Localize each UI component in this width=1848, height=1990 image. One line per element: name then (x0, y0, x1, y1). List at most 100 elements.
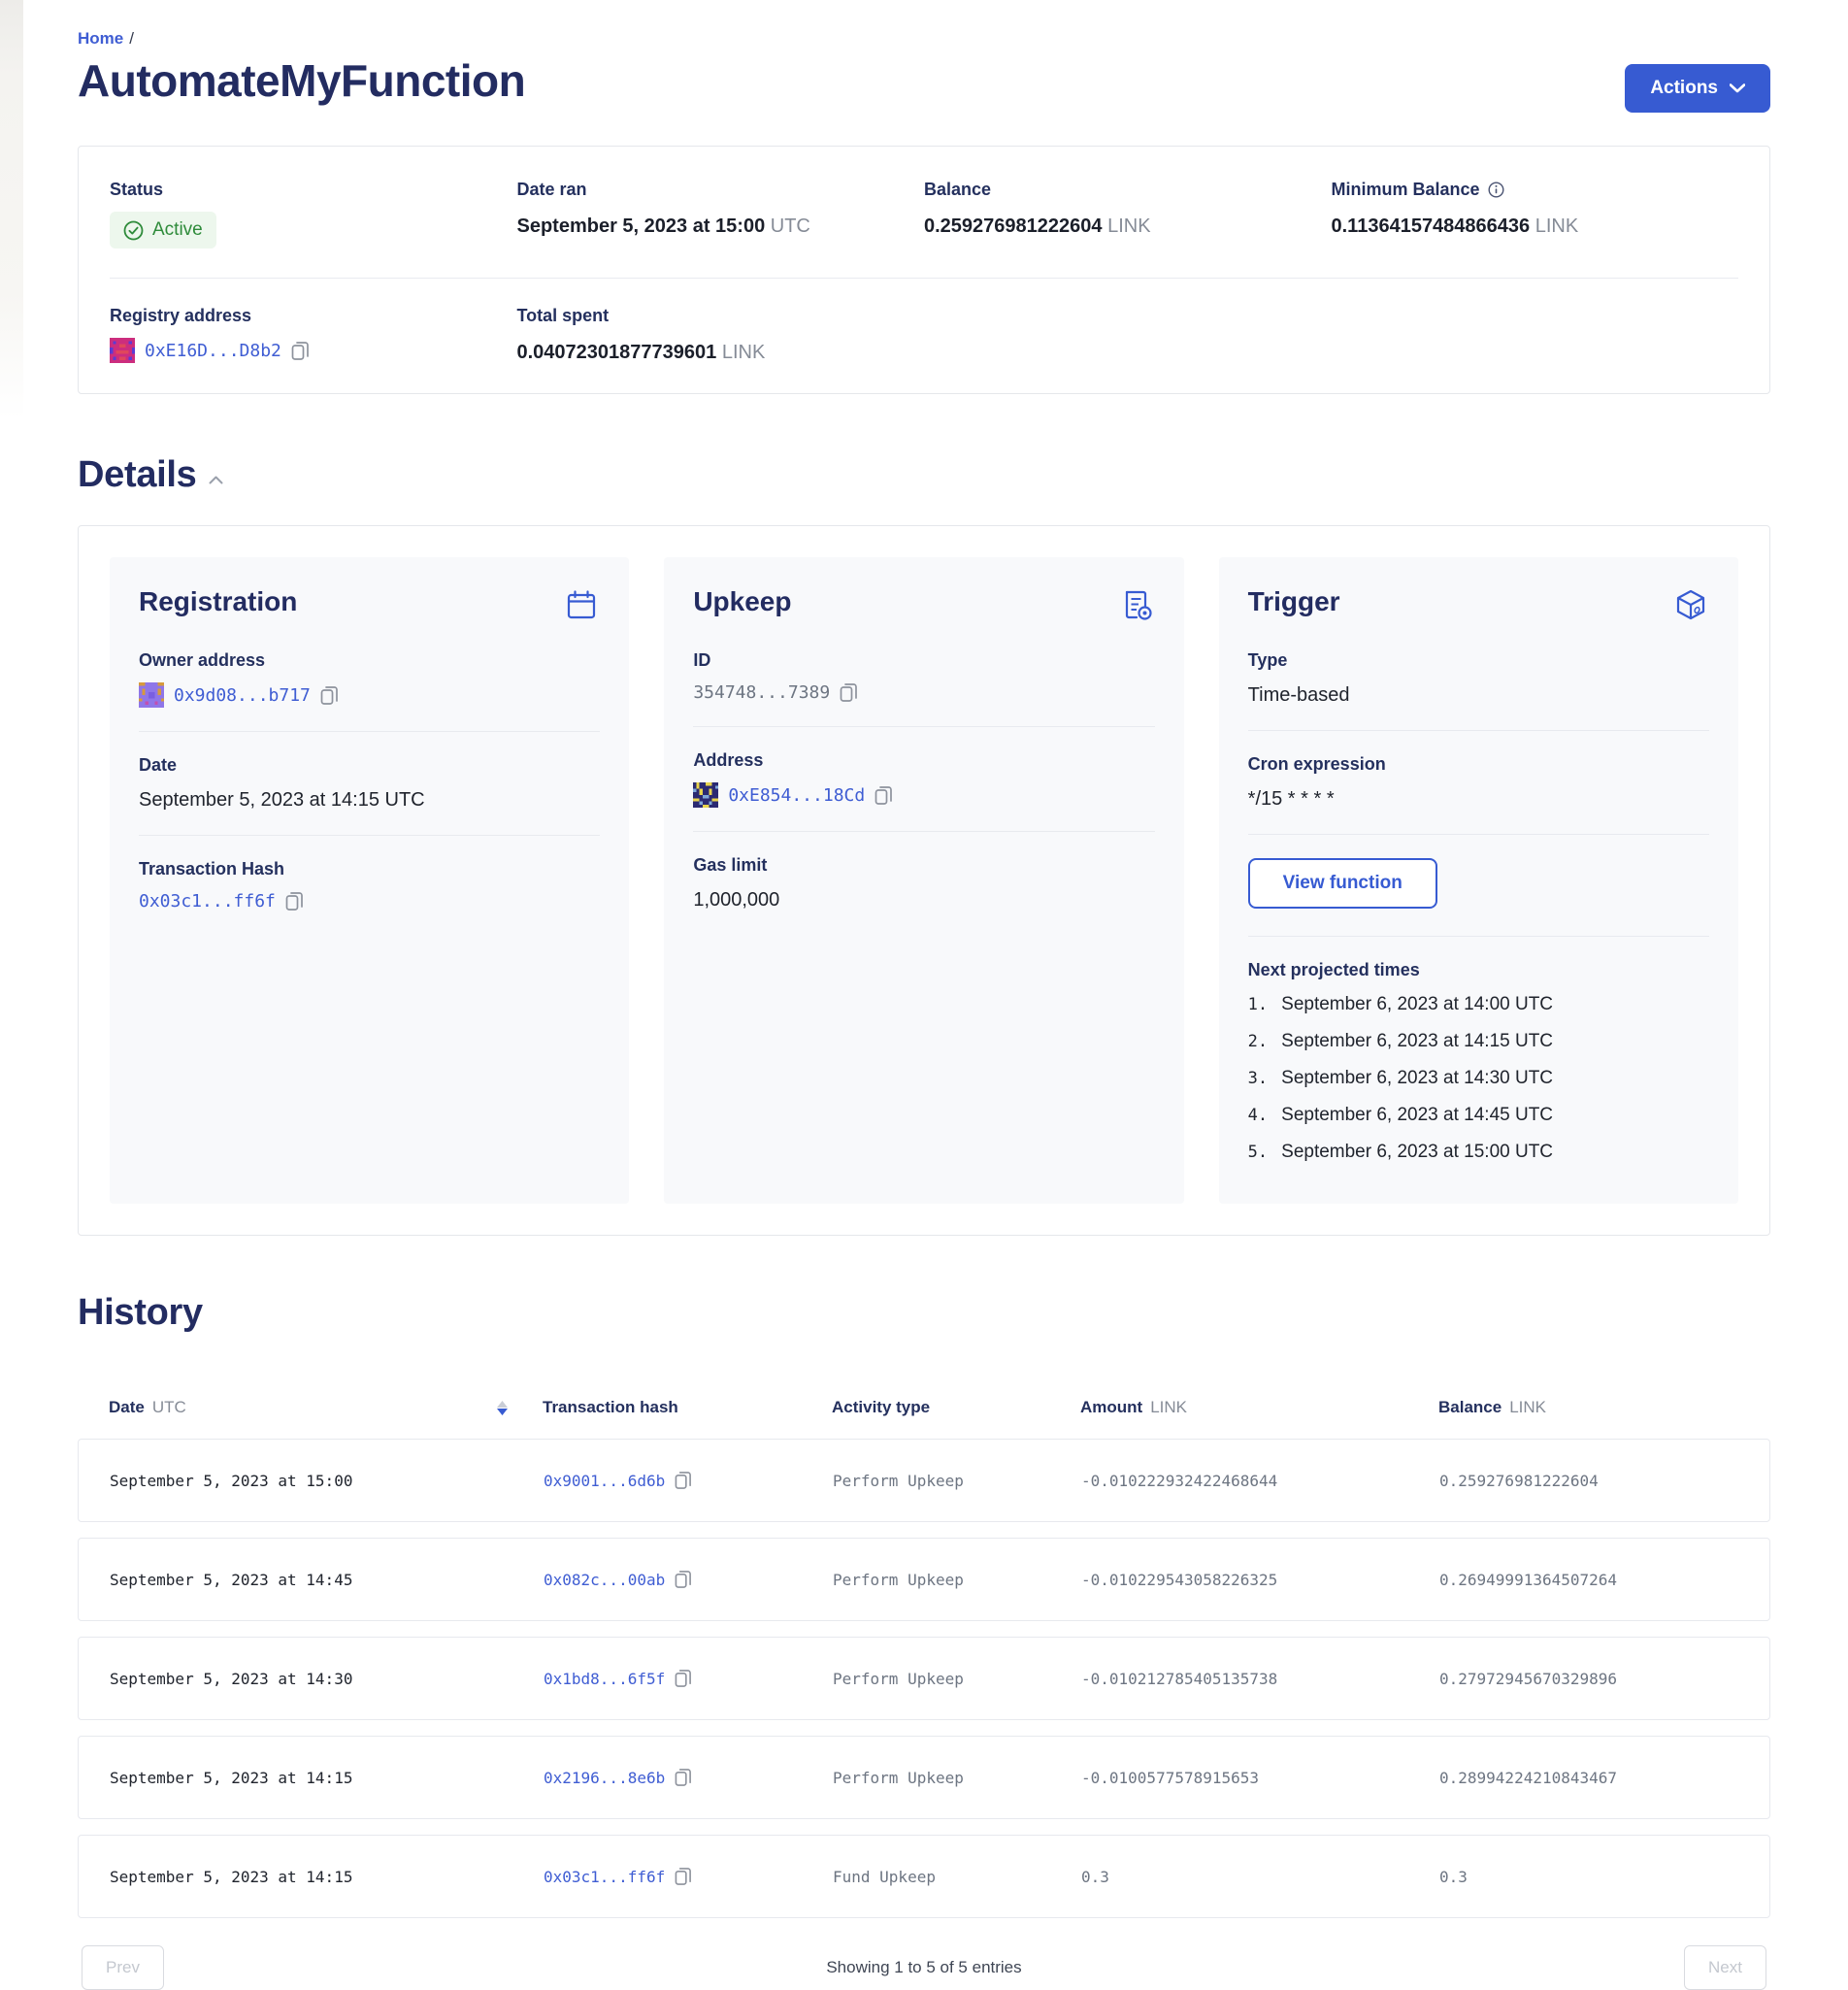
total-spent-unit: LINK (722, 342, 765, 363)
projected-time-index: 4. (1248, 1105, 1268, 1126)
row-amount: -0.010229543058226325 (1081, 1571, 1439, 1589)
min-balance-value: 0.11364157484866436 (1332, 216, 1531, 237)
column-date-unit: UTC (152, 1398, 186, 1417)
row-activity-type: Perform Upkeep (833, 1571, 1081, 1589)
upkeep-address-identicon (693, 782, 718, 808)
breadcrumb-home-link[interactable]: Home (78, 29, 123, 48)
table-row: September 5, 2023 at 14:45 0x082c...00ab… (78, 1538, 1770, 1621)
column-date[interactable]: Date UTC (109, 1398, 543, 1417)
trigger-type-value: Time-based (1248, 684, 1709, 707)
registration-card: Registration Owner address 0x9d08...b717 (110, 557, 629, 1204)
registry-address-field: Registry address 0xE16D...D8b2 (110, 306, 517, 364)
collapse-caret-icon[interactable] (209, 466, 223, 484)
min-balance-unit: LINK (1535, 216, 1578, 237)
next-projected-times-label: Next projected times (1248, 960, 1709, 980)
registration-date-label: Date (139, 755, 600, 776)
row-date: September 5, 2023 at 14:45 (110, 1571, 544, 1589)
history-table-body: September 5, 2023 at 15:00 0x9001...6d6b… (78, 1439, 1770, 1918)
projected-time-value: September 6, 2023 at 14:45 UTC (1281, 1105, 1553, 1126)
divider (693, 831, 1154, 832)
chevron-down-icon (1730, 83, 1745, 93)
cron-value: */15 * * * * (1248, 788, 1709, 811)
gas-limit-field: Gas limit 1,000,000 (693, 855, 1154, 912)
copy-icon[interactable] (675, 1867, 692, 1886)
column-amount: Amount LINK (1080, 1398, 1438, 1417)
owner-address-link[interactable]: 0x9d08...b717 (174, 685, 311, 706)
cron-label: Cron expression (1248, 754, 1709, 775)
owner-address-field: Owner address 0x9d08...b717 (139, 650, 600, 708)
projected-time-index: 3. (1248, 1068, 1268, 1089)
row-tx-link[interactable]: 0x082c...00ab (544, 1571, 665, 1589)
row-balance: 0.3 (1439, 1868, 1738, 1886)
projected-time-item: 2.September 6, 2023 at 14:15 UTC (1248, 1031, 1709, 1052)
date-ran-field: Date ran September 5, 2023 at 15:00 UTC (517, 180, 925, 249)
next-button[interactable]: Next (1684, 1945, 1766, 1990)
column-activity-type: Activity type (832, 1398, 1080, 1417)
actions-button[interactable]: Actions (1625, 64, 1770, 113)
copy-icon[interactable] (291, 341, 310, 361)
total-spent-field: Total spent 0.04072301877739601 LINK (517, 306, 925, 364)
trigger-type-field: Type Time-based (1248, 650, 1709, 707)
status-summary-card: Status Active Date ran September 5, 2023… (78, 146, 1770, 394)
row-balance: 0.27972945670329896 (1439, 1670, 1738, 1688)
calendar-icon (563, 586, 600, 623)
next-projected-times-field: Next projected times 1.September 6, 2023… (1248, 960, 1709, 1163)
upkeep-id-field: ID 354748...7389 (693, 650, 1154, 703)
copy-icon[interactable] (675, 1471, 692, 1490)
projected-time-index: 2. (1248, 1031, 1268, 1052)
balance-unit: LINK (1107, 216, 1150, 237)
row-tx-link[interactable]: 0x2196...8e6b (544, 1769, 665, 1787)
column-balance-unit: LINK (1509, 1398, 1546, 1417)
owner-identicon (139, 682, 164, 708)
column-balance: Balance LINK (1438, 1398, 1739, 1417)
copy-icon[interactable] (675, 1570, 692, 1589)
row-tx-link[interactable]: 0x9001...6d6b (544, 1472, 665, 1490)
column-transaction-hash: Transaction hash (543, 1398, 832, 1417)
row-date: September 5, 2023 at 14:15 (110, 1769, 544, 1787)
date-ran-unit: UTC (771, 216, 810, 237)
balance-field: Balance 0.259276981222604 LINK (924, 180, 1332, 249)
copy-icon[interactable] (840, 682, 858, 703)
table-row: September 5, 2023 at 15:00 0x9001...6d6b… (78, 1439, 1770, 1522)
registration-tx-field: Transaction Hash 0x03c1...ff6f (139, 859, 600, 912)
sort-icon[interactable] (497, 1401, 508, 1415)
divider (1248, 834, 1709, 835)
row-tx-link[interactable]: 0x1bd8...6f5f (544, 1670, 665, 1688)
document-gear-icon (1118, 586, 1155, 623)
registration-tx-link[interactable]: 0x03c1...ff6f (139, 891, 276, 912)
copy-icon[interactable] (874, 785, 893, 806)
row-balance: 0.28994224210843467 (1439, 1769, 1738, 1787)
gas-limit-value: 1,000,000 (693, 889, 1154, 912)
view-function-button[interactable]: View function (1248, 858, 1437, 909)
row-date: September 5, 2023 at 14:15 (110, 1868, 544, 1886)
table-row: September 5, 2023 at 14:15 0x03c1...ff6f… (78, 1835, 1770, 1918)
row-date: September 5, 2023 at 14:30 (110, 1670, 544, 1688)
registration-date-value: September 5, 2023 at 14:15 UTC (139, 789, 600, 812)
registry-address-link[interactable]: 0xE16D...D8b2 (145, 341, 281, 361)
column-activity-label: Activity type (832, 1398, 930, 1417)
projected-time-item: 1.September 6, 2023 at 14:00 UTC (1248, 994, 1709, 1015)
prev-button[interactable]: Prev (82, 1945, 164, 1990)
row-activity-type: Perform Upkeep (833, 1769, 1081, 1787)
upkeep-address-link[interactable]: 0xE854...18Cd (728, 785, 865, 806)
registration-date-field: Date September 5, 2023 at 14:15 UTC (139, 755, 600, 812)
owner-address-label: Owner address (139, 650, 600, 671)
copy-icon[interactable] (320, 685, 339, 706)
registry-address-label: Registry address (110, 306, 517, 326)
gas-limit-label: Gas limit (693, 855, 1154, 876)
table-row: September 5, 2023 at 14:30 0x1bd8...6f5f… (78, 1637, 1770, 1720)
registry-identicon (110, 338, 135, 363)
copy-icon[interactable] (285, 891, 304, 912)
copy-icon[interactable] (675, 1768, 692, 1787)
total-spent-value: 0.04072301877739601 (517, 342, 717, 363)
row-balance: 0.26949991364507264 (1439, 1571, 1738, 1589)
divider (139, 835, 600, 836)
row-tx-link[interactable]: 0x03c1...ff6f (544, 1868, 665, 1886)
upkeep-card: Upkeep ID 354748...7389 A (664, 557, 1183, 1204)
info-icon[interactable] (1488, 182, 1504, 198)
pagination-summary: Showing 1 to 5 of 5 entries (826, 1958, 1021, 1977)
pagination: Prev Showing 1 to 5 of 5 entries Next (78, 1945, 1770, 1990)
history-heading: History (78, 1292, 203, 1334)
breadcrumb: Home/ (78, 29, 1770, 49)
copy-icon[interactable] (675, 1669, 692, 1688)
